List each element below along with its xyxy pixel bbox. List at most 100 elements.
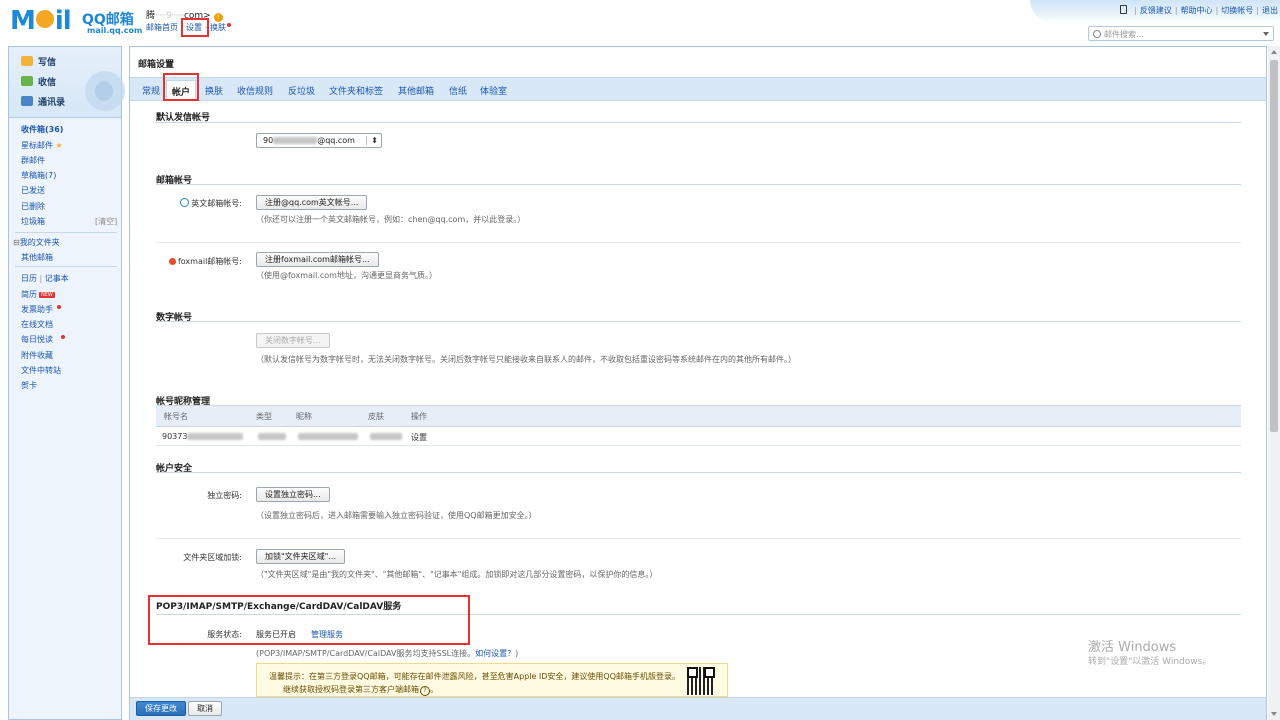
skin-link[interactable]: 换肤 — [210, 23, 226, 32]
account-tab-highlight-box — [163, 73, 199, 101]
section-divider — [156, 122, 1241, 123]
scrollbar-thumb[interactable] — [1270, 60, 1278, 432]
close-digital-account-button[interactable]: 关闭数字帐号... — [256, 333, 330, 348]
foxmail-account-label: foxmail邮箱帐号: — [144, 256, 242, 267]
table-row-skin — [370, 432, 402, 441]
sidebar-item-invoice[interactable]: 发票助手 — [21, 304, 61, 315]
english-account-label: 英文邮箱帐号: — [144, 198, 242, 209]
sidebar-item-drafts[interactable]: 草稿箱(7) — [21, 170, 56, 181]
sidebar-item-attachments[interactable]: 附件收藏 — [21, 350, 53, 361]
tab-receive-rules[interactable]: 收信规则 — [237, 84, 273, 97]
settings-footer: 保存更改 取消 — [130, 697, 1266, 720]
sidebar-item-sent[interactable]: 已发送 — [21, 185, 45, 196]
qq-penguin-decoration — [85, 71, 125, 111]
sidebar-item-starred[interactable]: 星标邮件 ★ — [21, 140, 63, 151]
ssl-hint: (POP3/IMAP/SMTP/CardDAV/CalDAV服务均支持SSL连接… — [256, 649, 519, 658]
section-divider — [156, 321, 1241, 322]
notification-dot-icon — [61, 335, 65, 339]
qq-mail-logo[interactable]: Mil — [10, 6, 72, 36]
notes-link[interactable]: 记事本 — [45, 274, 69, 283]
foxmail-icon — [168, 258, 176, 265]
nickname-settings-link[interactable]: 设置 — [411, 432, 427, 443]
logout-link[interactable]: 退出 — [1262, 6, 1278, 15]
windows-activation-hint: 转到"设置"以激活 Windows。 — [1088, 657, 1212, 667]
scroll-down-icon[interactable] — [1271, 712, 1277, 716]
register-foxmail-account-button[interactable]: 注册foxmail.com邮箱帐号... — [256, 252, 379, 267]
mail-search-input[interactable]: 邮件搜索... — [1088, 26, 1274, 41]
column-header: 昵称 — [296, 412, 312, 421]
default-sender-select[interactable]: 90 @qq.com ⬍ — [256, 133, 382, 148]
sidebar-item-daily-read[interactable]: 每日悦读 — [21, 334, 65, 345]
security-tip-box: 温馨提示：在第三方登录QQ邮箱，可能存在邮件泄露风险，甚至危害Apple ID安… — [256, 663, 728, 697]
table-row-nickname — [298, 432, 358, 441]
tab-antispam[interactable]: 反垃圾 — [288, 84, 315, 97]
qr-code-icon — [687, 667, 715, 695]
tab-skin[interactable]: 换肤 — [205, 84, 223, 97]
sidebar-item-deleted[interactable]: 已删除 — [21, 201, 45, 212]
sidebar-item-file-transfer[interactable]: 文件中转站 — [21, 365, 61, 376]
feedback-link[interactable]: 反馈建议 — [1140, 6, 1172, 15]
nickname-table-header: 帐号名 类型 昵称 皮肤 操作 — [156, 405, 1241, 427]
page-title: 邮箱设置 — [138, 60, 175, 70]
address-book-icon — [21, 96, 33, 106]
help-icon[interactable]: ? — [420, 686, 430, 696]
sidebar: 写信 收信 通讯录 收件箱(36) 星标邮件 ★ 群邮件 草稿箱(7) 已发送 … — [8, 46, 125, 720]
help-center-link[interactable]: 帮助中心 — [1181, 6, 1213, 15]
lock-folder-area-button[interactable]: 加锁"文件夹区域"... — [256, 549, 345, 564]
section-divider — [156, 184, 1241, 185]
page-scrollbar[interactable] — [1268, 46, 1280, 720]
pop3-service-highlight-box — [148, 595, 470, 645]
sidebar-item-trash[interactable]: 垃圾箱 — [21, 216, 45, 227]
write-mail-button[interactable]: 写信 — [21, 55, 56, 68]
qq-icon — [180, 198, 190, 207]
sidebar-item-group-mail[interactable]: 群邮件 — [21, 155, 45, 166]
sidebar-item-inbox[interactable]: 收件箱(36) — [21, 124, 63, 135]
receive-mail-button[interactable]: 收信 — [21, 75, 56, 88]
digital-account-hint: （默认发信帐号为数字帐号时，无法关闭数字帐号。关闭后数字帐号只能接收来自联系人的… — [256, 355, 796, 364]
sidebar-divider — [15, 266, 117, 267]
notification-dot-icon — [57, 305, 61, 309]
search-icon — [1093, 30, 1101, 38]
cancel-button[interactable]: 取消 — [188, 701, 222, 716]
how-to-setup-link[interactable]: 如何设置？ — [475, 649, 515, 658]
save-changes-button[interactable]: 保存更改 — [136, 701, 186, 716]
table-row-type — [258, 432, 286, 441]
foxmail-account-hint: （使用@foxmail.com地址，沟通更显商务气质。） — [256, 271, 437, 280]
sidebar-item-my-folders[interactable]: ⊟我的文件夹 — [13, 237, 60, 248]
sidebar-item-resume[interactable]: 简历 NEW — [21, 289, 55, 300]
independent-password-hint: （设置独立密码后，进入邮箱需要输入独立密码验证，使用QQ邮箱更加安全。） — [256, 511, 537, 520]
tab-other-mail[interactable]: 其他邮箱 — [398, 84, 434, 97]
column-header: 类型 — [256, 412, 272, 421]
mobile-icon[interactable] — [1120, 5, 1128, 14]
column-header: 帐号名 — [164, 412, 188, 421]
tab-general[interactable]: 常规 — [142, 84, 160, 97]
register-english-account-button[interactable]: 注册@qq.com英文帐号... — [256, 195, 368, 210]
sidebar-item-other-mail[interactable]: 其他邮箱 — [21, 252, 53, 263]
windows-activation-watermark: 激活 Windows — [1088, 640, 1177, 655]
new-badge: NEW — [39, 292, 55, 298]
switch-account-link[interactable]: 切换帐号 — [1221, 6, 1253, 15]
settings-tab-bar: 常规 帐户 换肤 收信规则 反垃圾 文件夹和标签 其他邮箱 信纸 体验室 — [130, 77, 1266, 101]
section-divider — [156, 472, 1241, 473]
collapse-icon[interactable]: ⊟ — [13, 238, 20, 247]
tab-folders-labels[interactable]: 文件夹和标签 — [329, 84, 383, 97]
folder-lock-hint: （"文件夹区域"是由"我的文件夹"、"其他邮箱"、"记事本"组成。加锁即对这几部… — [256, 570, 658, 579]
pencil-icon — [21, 56, 33, 66]
set-independent-password-button[interactable]: 设置独立密码... — [256, 487, 330, 502]
sidebar-item-cards[interactable]: 贺卡 — [21, 380, 37, 391]
sidebar-item-docs[interactable]: 在线文档 — [21, 319, 53, 330]
contacts-button[interactable]: 通讯录 — [21, 95, 65, 108]
scroll-up-icon[interactable] — [1271, 50, 1277, 54]
empty-trash-link[interactable]: [清空] — [95, 216, 117, 227]
notification-dot-icon — [226, 23, 231, 27]
calendar-link[interactable]: 日历 — [21, 274, 37, 283]
subsection-divider — [156, 242, 1241, 243]
independent-password-label: 独立密码: — [207, 491, 242, 500]
mailbox-home-link[interactable]: 邮箱首页 — [146, 23, 178, 32]
search-dropdown-icon[interactable] — [1263, 32, 1269, 36]
sidebar-item-calendar-notes: 日历 | 记事本 — [21, 274, 69, 283]
tab-stationery[interactable]: 信纸 — [449, 84, 467, 97]
tip-text-line1: 温馨提示：在第三方登录QQ邮箱，可能存在邮件泄露风险，甚至危害Apple ID安… — [269, 672, 681, 681]
tab-lab[interactable]: 体验室 — [480, 84, 507, 97]
warning-icon[interactable]: ! — [213, 13, 223, 22]
